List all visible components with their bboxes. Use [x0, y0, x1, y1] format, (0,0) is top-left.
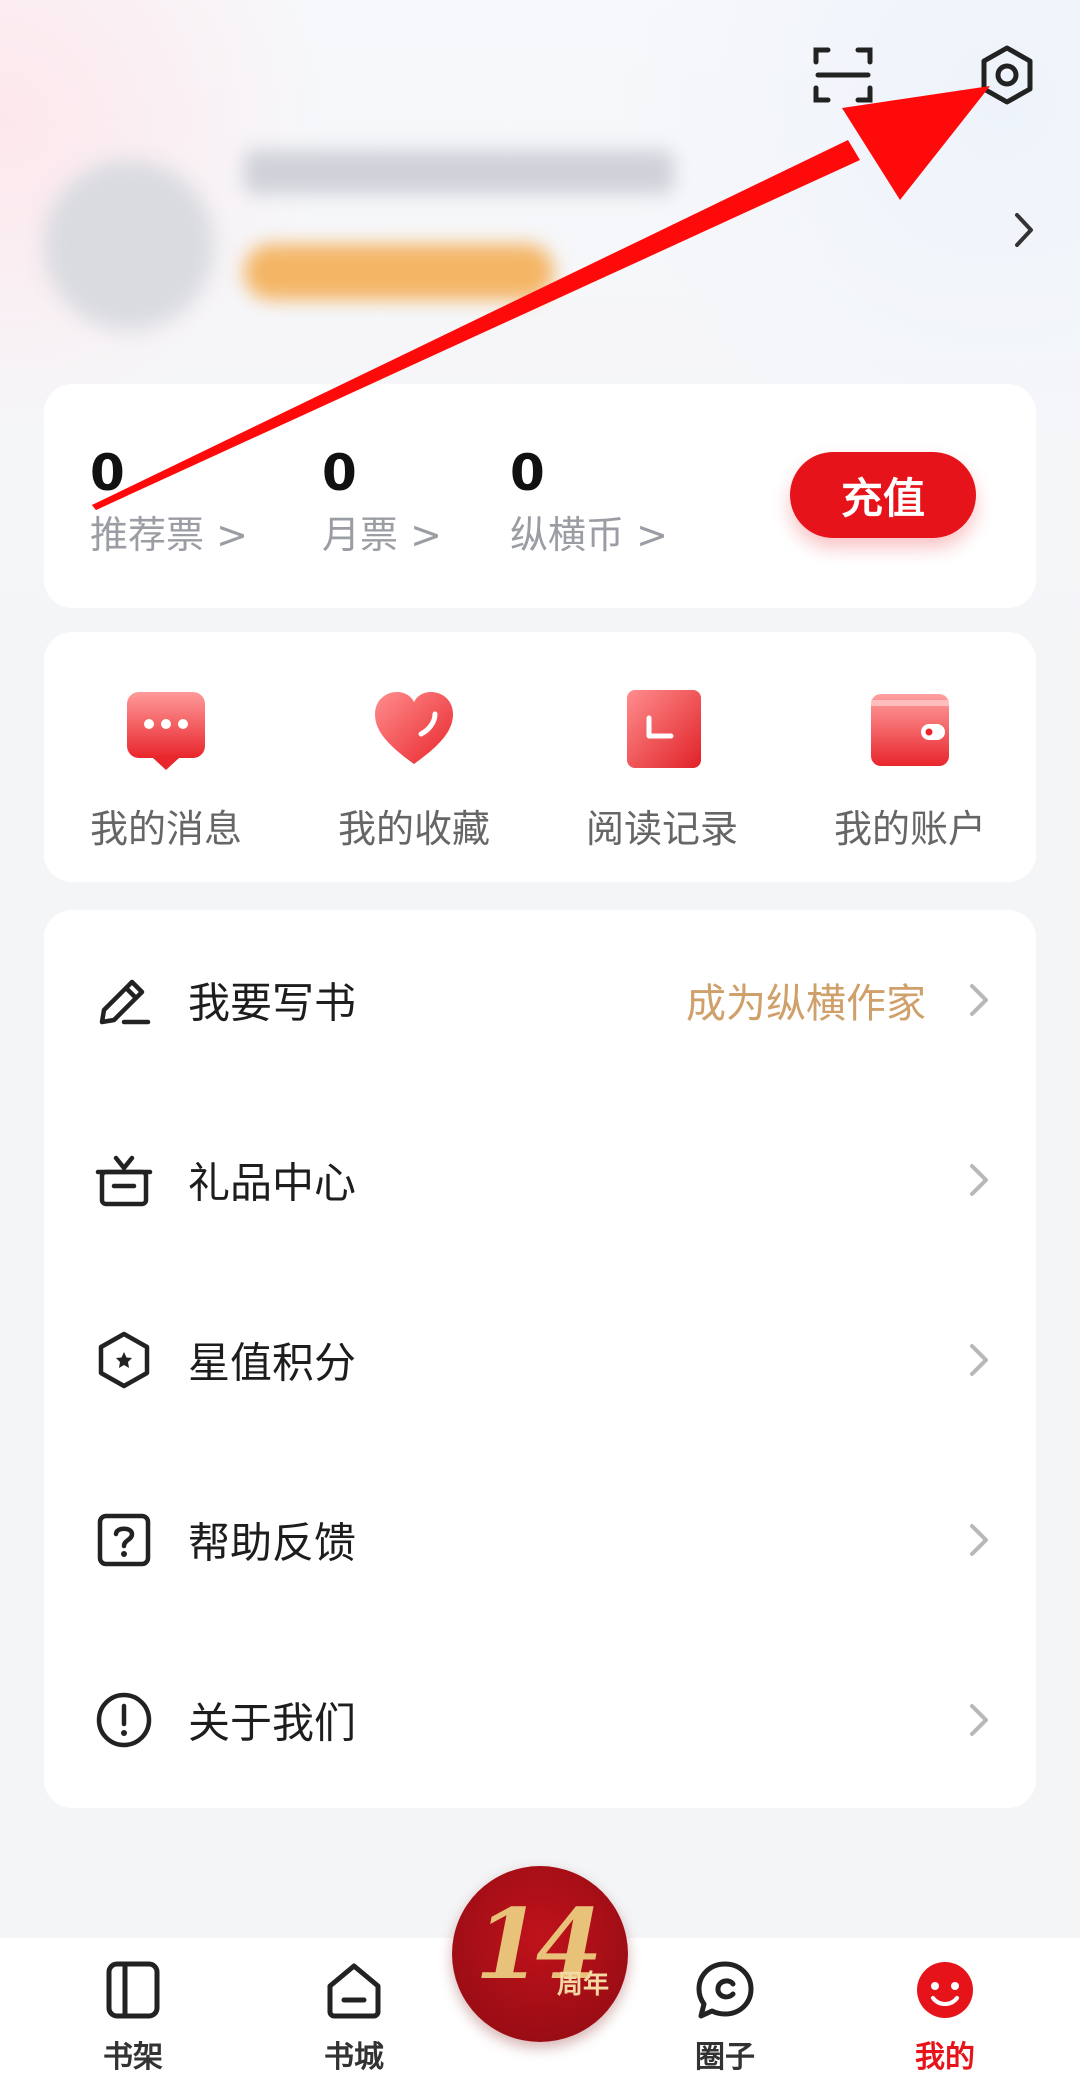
menu-item-label: 关于我们: [188, 1698, 357, 1748]
menu-item-write-book[interactable]: 我要写书 成为纵横作家: [44, 910, 1036, 1090]
chevron-right-icon: [970, 1524, 988, 1556]
quick-action-label: 阅读记录: [585, 807, 738, 851]
quick-action-label: 我的消息: [89, 807, 242, 851]
help-icon: [97, 1513, 151, 1567]
wallet-icon: [871, 694, 949, 766]
heart-icon: [375, 692, 453, 764]
chevron-right-icon: [970, 1344, 988, 1376]
menu-item-label: 星值积分: [188, 1338, 357, 1388]
anniversary-badge[interactable]: 14 周年: [452, 1866, 628, 2042]
history-icon: [627, 690, 701, 768]
menu-item-help-feedback[interactable]: 帮助反馈: [44, 1450, 1036, 1630]
quick-action-account[interactable]: 我的账户: [810, 686, 1010, 853]
menu-item-star-points[interactable]: 星值积分: [44, 1270, 1036, 1450]
gift-icon: [95, 1155, 153, 1207]
anniversary-text: 周年: [557, 1970, 610, 2000]
menu-item-label: 礼品中心: [188, 1158, 357, 1208]
chevron-right-icon: [970, 1704, 988, 1736]
quick-action-history[interactable]: 阅读记录: [562, 686, 762, 853]
tab-label: 圈子: [695, 2040, 755, 2075]
tab-community[interactable]: 圈子: [660, 1958, 790, 2076]
tab-label: 书架: [103, 2040, 163, 2075]
pencil-icon: [99, 979, 151, 1025]
become-author-link[interactable]: 成为纵横作家: [686, 971, 926, 1029]
menu-item-label: 帮助反馈: [188, 1518, 357, 1568]
store-icon: [327, 1963, 381, 2019]
info-icon: [96, 1692, 152, 1748]
menu-item-about-us[interactable]: 关于我们: [44, 1630, 1036, 1810]
menu-item-label: 我要写书: [188, 978, 357, 1028]
quick-action-favorites[interactable]: 我的收藏: [314, 686, 514, 853]
chevron-right-icon: [970, 984, 988, 1016]
menu-item-gift-center[interactable]: 礼品中心: [44, 1090, 1036, 1270]
tab-profile[interactable]: 我的: [880, 1958, 1010, 2076]
star-hexagon-icon: [98, 1331, 150, 1389]
quick-action-label: 我的收藏: [337, 807, 490, 851]
tab-bookshelf[interactable]: 书架: [68, 1958, 198, 2076]
annotation-arrow: [92, 86, 990, 510]
message-icon: [127, 692, 205, 770]
tab-label: 我的: [915, 2040, 975, 2075]
quick-action-label: 我的账户: [833, 807, 986, 851]
quick-action-messages[interactable]: 我的消息: [66, 686, 266, 853]
chevron-right-icon: [970, 1164, 988, 1196]
tab-label: 书城: [324, 2040, 384, 2075]
bookshelf-icon: [106, 1961, 160, 2019]
tab-store[interactable]: 书城: [289, 1958, 419, 2076]
community-icon: [696, 1961, 754, 2019]
profile-icon: [917, 1962, 973, 2018]
